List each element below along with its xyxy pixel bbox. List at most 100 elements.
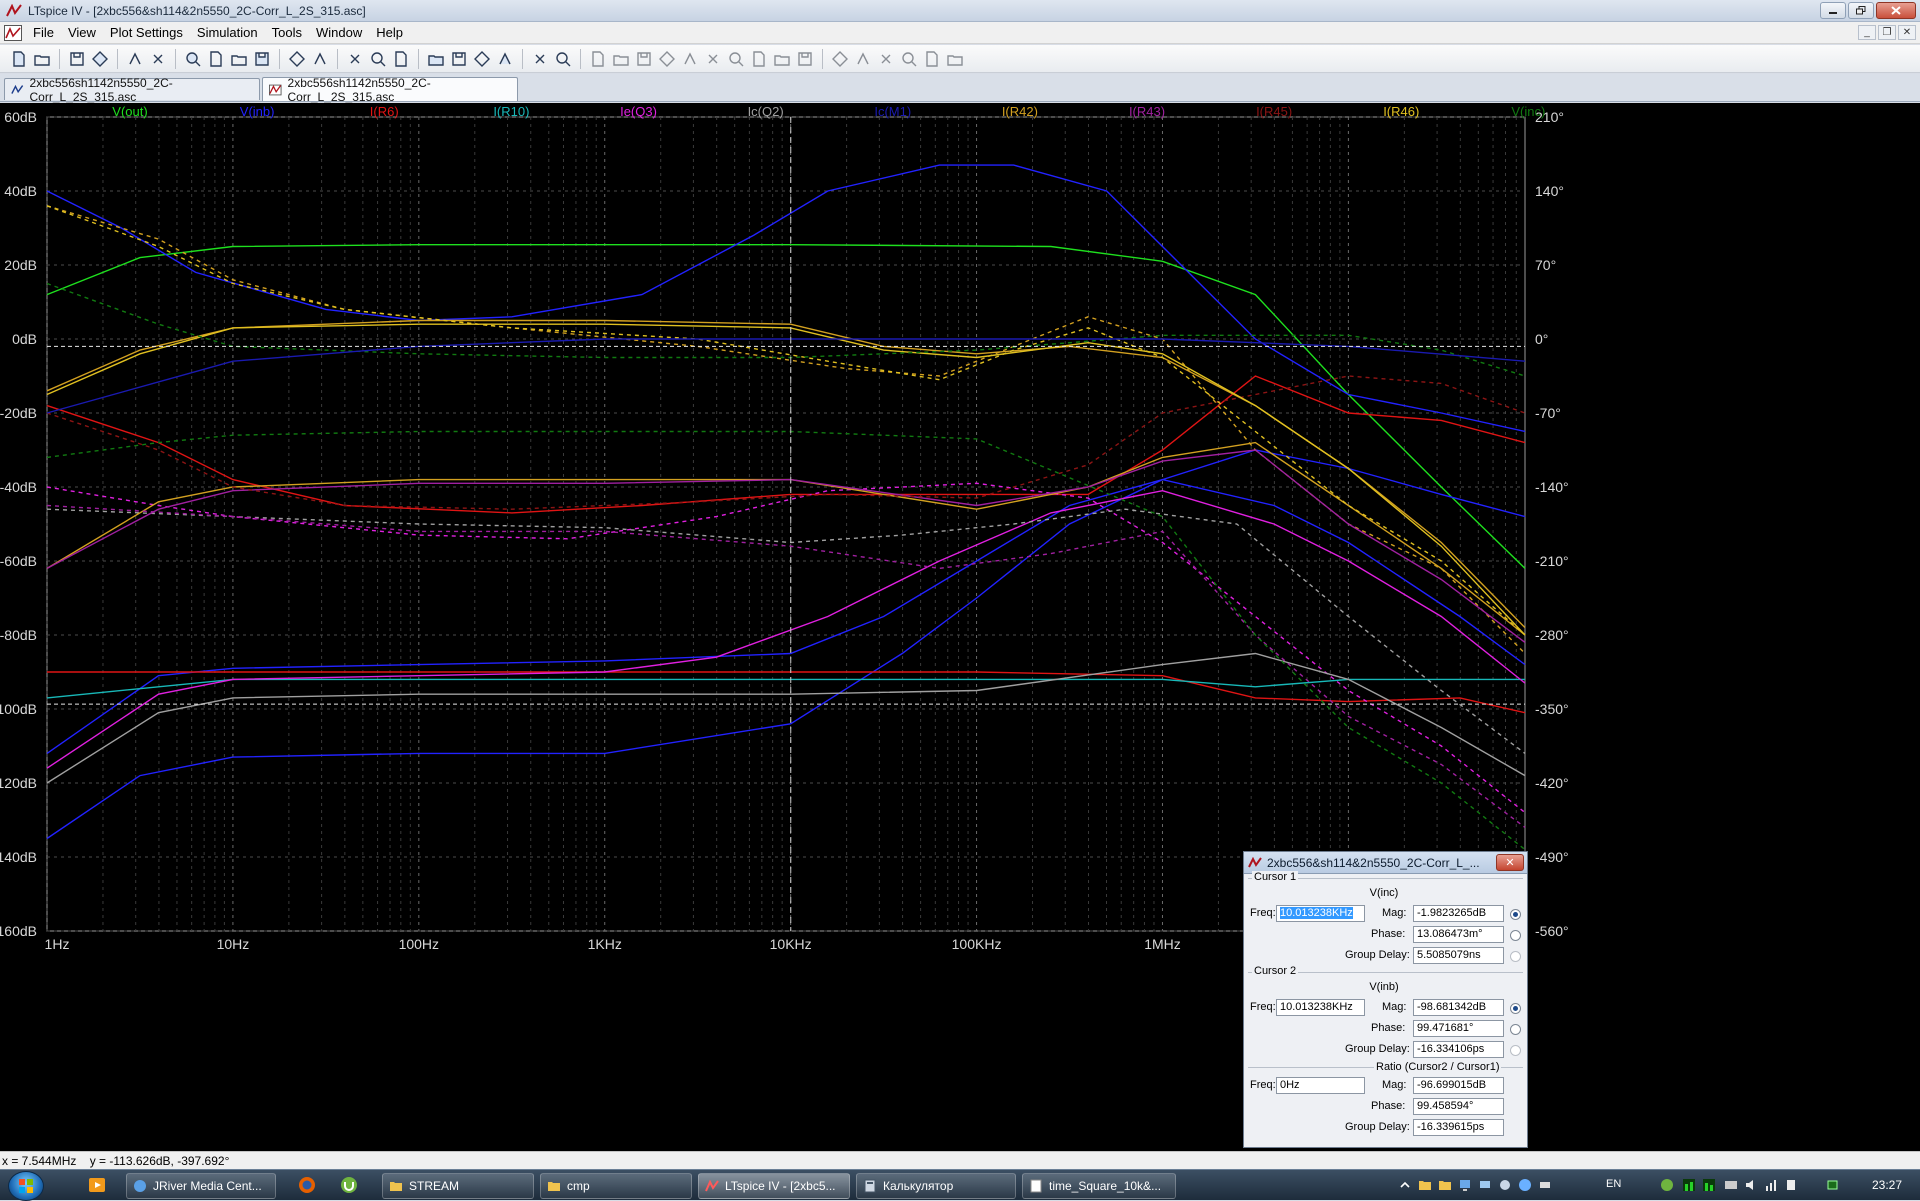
component-button[interactable] bbox=[748, 48, 770, 70]
taskbar-button-stream[interactable]: STREAM bbox=[382, 1173, 534, 1199]
disk-tray-icon[interactable] bbox=[1538, 1178, 1552, 1192]
cursor2-group-delay-radio[interactable] bbox=[1510, 1045, 1521, 1056]
minimize-button[interactable] bbox=[1820, 2, 1846, 19]
new-schematic-button[interactable] bbox=[8, 48, 30, 70]
cursor1-group-delay-radio[interactable] bbox=[1510, 951, 1521, 962]
print-preview-button[interactable] bbox=[529, 48, 551, 70]
tile-horizontal-button[interactable] bbox=[344, 48, 366, 70]
utorrent-icon[interactable] bbox=[340, 1176, 358, 1194]
safely-remove-icon[interactable] bbox=[1784, 1178, 1798, 1192]
network-tray-icon[interactable] bbox=[1458, 1178, 1472, 1192]
trace-label-vinb[interactable]: V(inb) bbox=[240, 104, 275, 119]
ratio-mag-field[interactable]: -96.699015dB bbox=[1413, 1077, 1504, 1094]
cursor1-phase-radio[interactable] bbox=[1510, 930, 1521, 941]
zoom-fit-button[interactable] bbox=[228, 48, 250, 70]
volume-icon[interactable] bbox=[1744, 1178, 1758, 1192]
cursor1-mag-field[interactable]: -1.9823265dB bbox=[1413, 905, 1504, 922]
spice-directive-button[interactable] bbox=[944, 48, 966, 70]
ratio-phase-field[interactable]: 99.458594° bbox=[1413, 1098, 1504, 1115]
copy-button[interactable] bbox=[448, 48, 470, 70]
trace-label-vinc[interactable]: V(inc) bbox=[1511, 104, 1545, 119]
save-button[interactable] bbox=[66, 48, 88, 70]
trace-label-icm1[interactable]: Ic(M1) bbox=[874, 104, 911, 119]
start-button[interactable] bbox=[8, 1171, 44, 1201]
cursor1-phase-field[interactable]: 13.086473m° bbox=[1413, 926, 1504, 943]
wire-button[interactable] bbox=[587, 48, 609, 70]
language-indicator[interactable]: EN bbox=[1606, 1178, 1621, 1190]
tab-schematic-1[interactable]: 2xbc556sh1142n5550_2C-Corr_L_2S_315.asc bbox=[4, 76, 260, 104]
trace-label-ir42[interactable]: I(R42) bbox=[1002, 104, 1038, 119]
halt-button[interactable] bbox=[147, 48, 169, 70]
monitor-tray-icon[interactable] bbox=[1478, 1178, 1492, 1192]
ratio-freq-field[interactable]: 0Hz bbox=[1276, 1077, 1365, 1094]
trace-label-icq2[interactable]: Ic(Q2) bbox=[748, 104, 784, 119]
doc-close-button[interactable]: ✕ bbox=[1898, 25, 1916, 40]
taskbar-button-cmp[interactable]: cmp bbox=[540, 1173, 692, 1199]
taskbar-button-ltspice[interactable]: LTspice IV - [2xbc5... bbox=[698, 1173, 850, 1199]
mark-button[interactable] bbox=[309, 48, 331, 70]
cursor2-group-delay-field[interactable]: -16.334106ps bbox=[1413, 1041, 1504, 1058]
menu-plot-settings[interactable]: Plot Settings bbox=[103, 25, 190, 40]
label-button[interactable] bbox=[633, 48, 655, 70]
autorange-button[interactable] bbox=[286, 48, 308, 70]
network-icon[interactable] bbox=[1764, 1178, 1778, 1192]
media-player-quicklaunch-icon[interactable] bbox=[88, 1176, 106, 1194]
menu-tools[interactable]: Tools bbox=[265, 25, 309, 40]
taskbar-clock[interactable]: 23:27 bbox=[1872, 1178, 1902, 1192]
cpu-meter-icon[interactable] bbox=[1702, 1178, 1716, 1192]
run-button[interactable] bbox=[124, 48, 146, 70]
trace-label-ir46[interactable]: I(R46) bbox=[1383, 104, 1419, 119]
menu-view[interactable]: View bbox=[61, 25, 103, 40]
zoom-in-button[interactable] bbox=[182, 48, 204, 70]
battery-icon[interactable] bbox=[1826, 1178, 1840, 1192]
doc-restore-button[interactable]: ❐ bbox=[1878, 25, 1896, 40]
restore-button[interactable] bbox=[1848, 2, 1874, 19]
cascade-button[interactable] bbox=[390, 48, 412, 70]
menu-help[interactable]: Help bbox=[369, 25, 410, 40]
utorrent-tray-icon[interactable] bbox=[1660, 1178, 1674, 1192]
folder-tray-icon[interactable] bbox=[1418, 1178, 1432, 1192]
cursor-window-close-button[interactable]: ✕ bbox=[1496, 854, 1524, 871]
cursor2-mag-radio[interactable] bbox=[1510, 1003, 1521, 1014]
capacitor-button[interactable] bbox=[679, 48, 701, 70]
menu-window[interactable]: Window bbox=[309, 25, 369, 40]
drag-button[interactable] bbox=[794, 48, 816, 70]
mirror-button[interactable] bbox=[898, 48, 920, 70]
cut-button[interactable] bbox=[425, 48, 447, 70]
find-button[interactable] bbox=[494, 48, 516, 70]
tile-vertical-button[interactable] bbox=[367, 48, 389, 70]
text-button[interactable] bbox=[921, 48, 943, 70]
redo-button[interactable] bbox=[852, 48, 874, 70]
zoom-cancel-button[interactable] bbox=[251, 48, 273, 70]
diode-button[interactable] bbox=[725, 48, 747, 70]
waveform-plot-pane[interactable]: 60dB 40dB 20dB 0dB -20dB -40dB -60dB -80dB -100d… bbox=[0, 103, 1920, 1151]
cursor1-mag-radio[interactable] bbox=[1510, 909, 1521, 920]
document-system-menu-icon[interactable] bbox=[4, 24, 22, 41]
trace-label-ieq3[interactable]: Ie(Q3) bbox=[620, 104, 657, 119]
open-button[interactable] bbox=[31, 48, 53, 70]
cpu-meter-icon[interactable] bbox=[1682, 1178, 1696, 1192]
zoom-out-button[interactable] bbox=[205, 48, 227, 70]
move-button[interactable] bbox=[771, 48, 793, 70]
print-button[interactable] bbox=[552, 48, 574, 70]
display-tray-icon[interactable] bbox=[1724, 1178, 1738, 1192]
close-button[interactable] bbox=[1876, 2, 1916, 19]
ground-button[interactable] bbox=[610, 48, 632, 70]
control-panel-button[interactable] bbox=[89, 48, 111, 70]
folder-tray-icon[interactable] bbox=[1438, 1178, 1452, 1192]
cursor2-freq-input[interactable]: 10.013238KHz bbox=[1276, 999, 1365, 1016]
paste-button[interactable] bbox=[471, 48, 493, 70]
undo-button[interactable] bbox=[829, 48, 851, 70]
cursor1-group-delay-field[interactable]: 5.5085079ns bbox=[1413, 947, 1504, 964]
ratio-group-delay-field[interactable]: -16.339615ps bbox=[1413, 1119, 1504, 1136]
firefox-icon[interactable] bbox=[298, 1176, 316, 1194]
resistor-button[interactable] bbox=[656, 48, 678, 70]
trace-label-ir6[interactable]: I(R6) bbox=[370, 104, 399, 119]
cursor2-phase-radio[interactable] bbox=[1510, 1024, 1521, 1035]
cursor1-freq-input[interactable]: 10.013238KHz bbox=[1276, 905, 1365, 922]
cursor2-phase-field[interactable]: 99.471681° bbox=[1413, 1020, 1504, 1037]
trace-label-vout[interactable]: V(out) bbox=[112, 104, 147, 119]
trace-label-ir10[interactable]: I(R10) bbox=[493, 104, 529, 119]
bode-plot[interactable]: 60dB 40dB 20dB 0dB -20dB -40dB -60dB -80dB -100d… bbox=[0, 103, 1920, 1151]
cursor-readout-window[interactable]: 2xbc556&sh114&2n5550_2C-Corr_L_... ✕ Cur… bbox=[1243, 851, 1528, 1148]
